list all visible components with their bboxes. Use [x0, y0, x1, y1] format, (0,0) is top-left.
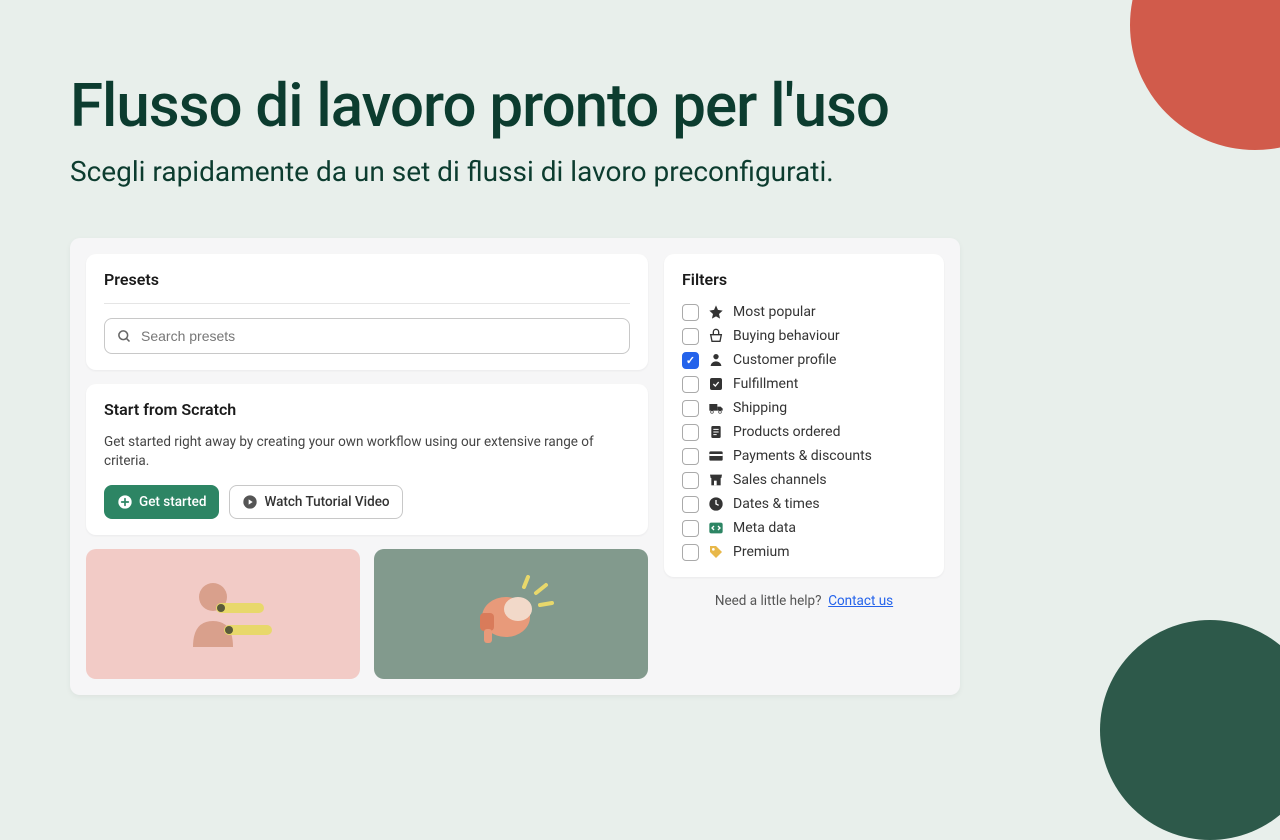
filter-checkbox[interactable]: [682, 544, 699, 561]
filter-item[interactable]: Products ordered: [682, 423, 926, 441]
app-shell: Presets Start from Scratch Get started r…: [70, 238, 960, 695]
contact-us-link[interactable]: Contact us: [828, 593, 893, 609]
filter-label: Sales channels: [733, 472, 827, 488]
filter-item[interactable]: Premium: [682, 543, 926, 561]
filter-label: Dates & times: [733, 496, 820, 512]
help-text: Need a little help?: [715, 593, 822, 609]
presets-card: Presets: [86, 254, 648, 370]
divider: [104, 303, 630, 304]
watch-video-button[interactable]: Watch Tutorial Video: [229, 485, 402, 519]
plus-circle-icon: [117, 494, 133, 510]
truck-icon: [707, 399, 725, 417]
scratch-description: Get started right away by creating your …: [104, 433, 630, 471]
person-icon: [707, 351, 725, 369]
filter-label: Meta data: [733, 520, 796, 536]
get-started-button[interactable]: Get started: [104, 485, 219, 519]
preset-tile-marketing[interactable]: [374, 549, 648, 679]
filter-label: Shipping: [733, 400, 787, 416]
filter-item[interactable]: Payments & discounts: [682, 447, 926, 465]
filter-checkbox[interactable]: [682, 328, 699, 345]
hero-title: Flusso di lavoro pronto per l'uso: [70, 70, 1210, 141]
card-icon: [707, 447, 725, 465]
box-check-icon: [707, 375, 725, 393]
filter-checkbox[interactable]: [682, 520, 699, 537]
filter-checkbox[interactable]: [682, 376, 699, 393]
hero-section: Flusso di lavoro pronto per l'uso Scegli…: [0, 0, 1280, 208]
play-circle-icon: [242, 494, 258, 510]
preset-tiles: [86, 549, 648, 679]
scratch-heading: Start from Scratch: [104, 400, 630, 419]
filter-item[interactable]: Buying behaviour: [682, 327, 926, 345]
filters-heading: Filters: [682, 270, 926, 289]
filter-checkbox[interactable]: [682, 472, 699, 489]
code-icon: [707, 519, 725, 537]
filter-label: Premium: [733, 544, 790, 560]
star-icon: [707, 303, 725, 321]
filter-label: Products ordered: [733, 424, 841, 440]
store-icon: [707, 471, 725, 489]
presets-heading: Presets: [104, 270, 630, 289]
filter-checkbox[interactable]: [682, 400, 699, 417]
filter-item[interactable]: Dates & times: [682, 495, 926, 513]
help-row: Need a little help? Contact us: [664, 587, 944, 615]
clock-icon: [707, 495, 725, 513]
scratch-card: Start from Scratch Get started right awa…: [86, 384, 648, 535]
watch-video-label: Watch Tutorial Video: [264, 494, 389, 510]
tag-icon: [707, 543, 725, 561]
get-started-label: Get started: [139, 494, 206, 510]
preset-tile-customer[interactable]: [86, 549, 360, 679]
filter-checkbox[interactable]: [682, 496, 699, 513]
filter-item[interactable]: Customer profile: [682, 351, 926, 369]
filter-item[interactable]: Meta data: [682, 519, 926, 537]
decorative-corner-green: [1100, 620, 1280, 840]
search-icon: [115, 327, 133, 345]
filter-checkbox[interactable]: [682, 304, 699, 321]
filter-item[interactable]: Fulfillment: [682, 375, 926, 393]
filter-label: Customer profile: [733, 352, 836, 368]
filter-item[interactable]: Shipping: [682, 399, 926, 417]
filter-label: Buying behaviour: [733, 328, 840, 344]
filter-item[interactable]: Most popular: [682, 303, 926, 321]
filter-label: Payments & discounts: [733, 448, 872, 464]
filter-item[interactable]: Sales channels: [682, 471, 926, 489]
basket-icon: [707, 327, 725, 345]
search-input[interactable]: [141, 328, 619, 344]
filter-checkbox[interactable]: [682, 424, 699, 441]
filter-label: Fulfillment: [733, 376, 798, 392]
search-input-wrapper[interactable]: [104, 318, 630, 354]
filters-card: Filters Most popular Buying behaviour Cust…: [664, 254, 944, 577]
receipt-icon: [707, 423, 725, 441]
filter-checkbox[interactable]: [682, 352, 699, 369]
filter-label: Most popular: [733, 304, 816, 320]
hero-subtitle: Scegli rapidamente da un set di flussi d…: [70, 155, 1210, 188]
filter-checkbox[interactable]: [682, 448, 699, 465]
